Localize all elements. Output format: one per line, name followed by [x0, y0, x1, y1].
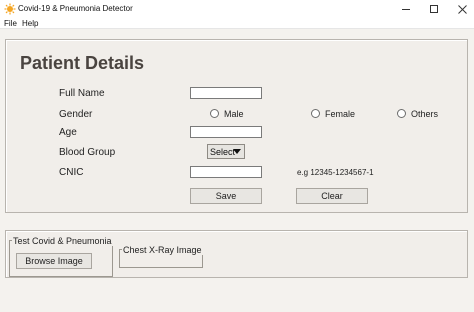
browse-image-button[interactable]: Browse Image: [16, 253, 92, 269]
blood-group-selected: Select: [210, 146, 236, 157]
xray-image-title: Chest X-Ray Image: [122, 245, 203, 255]
gender-female-label: Female: [325, 109, 356, 119]
cnic-label: CNIC: [59, 167, 84, 178]
minimize-button[interactable]: [392, 0, 420, 18]
blood-group-label: Blood Group: [59, 147, 116, 158]
dropdown-arrow-icon: [233, 149, 241, 154]
age-field[interactable]: [190, 126, 262, 138]
close-icon: [457, 4, 467, 14]
save-button[interactable]: Save: [190, 188, 262, 204]
gender-others-radio[interactable]: [397, 109, 406, 118]
virus-icon: [4, 3, 16, 15]
maximize-icon: [430, 5, 438, 13]
minimize-icon: [402, 8, 410, 10]
test-group-title: Test Covid & Pneumonia: [12, 236, 113, 246]
gender-female-radio[interactable]: [311, 109, 320, 118]
page-title: Patient Details: [20, 53, 145, 73]
menu-file[interactable]: File: [4, 19, 17, 28]
gender-male-radio[interactable]: [210, 109, 219, 118]
close-button[interactable]: [448, 0, 474, 18]
menu-bar: File Help: [0, 18, 474, 29]
cnic-field[interactable]: [190, 166, 262, 178]
gender-others-label: Others: [411, 109, 439, 119]
blood-group-select[interactable]: Select: [207, 144, 245, 159]
age-label: Age: [59, 127, 77, 138]
maximize-button[interactable]: [420, 0, 448, 18]
cnic-hint: e.g 12345-1234567-1: [297, 168, 374, 177]
title-bar: Covid-19 & Pneumonia Detector: [0, 0, 474, 18]
gender-male-label: Male: [224, 109, 244, 119]
full-name-field[interactable]: [190, 87, 262, 99]
gender-label: Gender: [59, 109, 93, 120]
full-name-label: Full Name: [59, 88, 105, 99]
window-title: Covid-19 & Pneumonia Detector: [18, 4, 133, 13]
clear-button[interactable]: Clear: [296, 188, 368, 204]
menu-help[interactable]: Help: [22, 19, 38, 28]
